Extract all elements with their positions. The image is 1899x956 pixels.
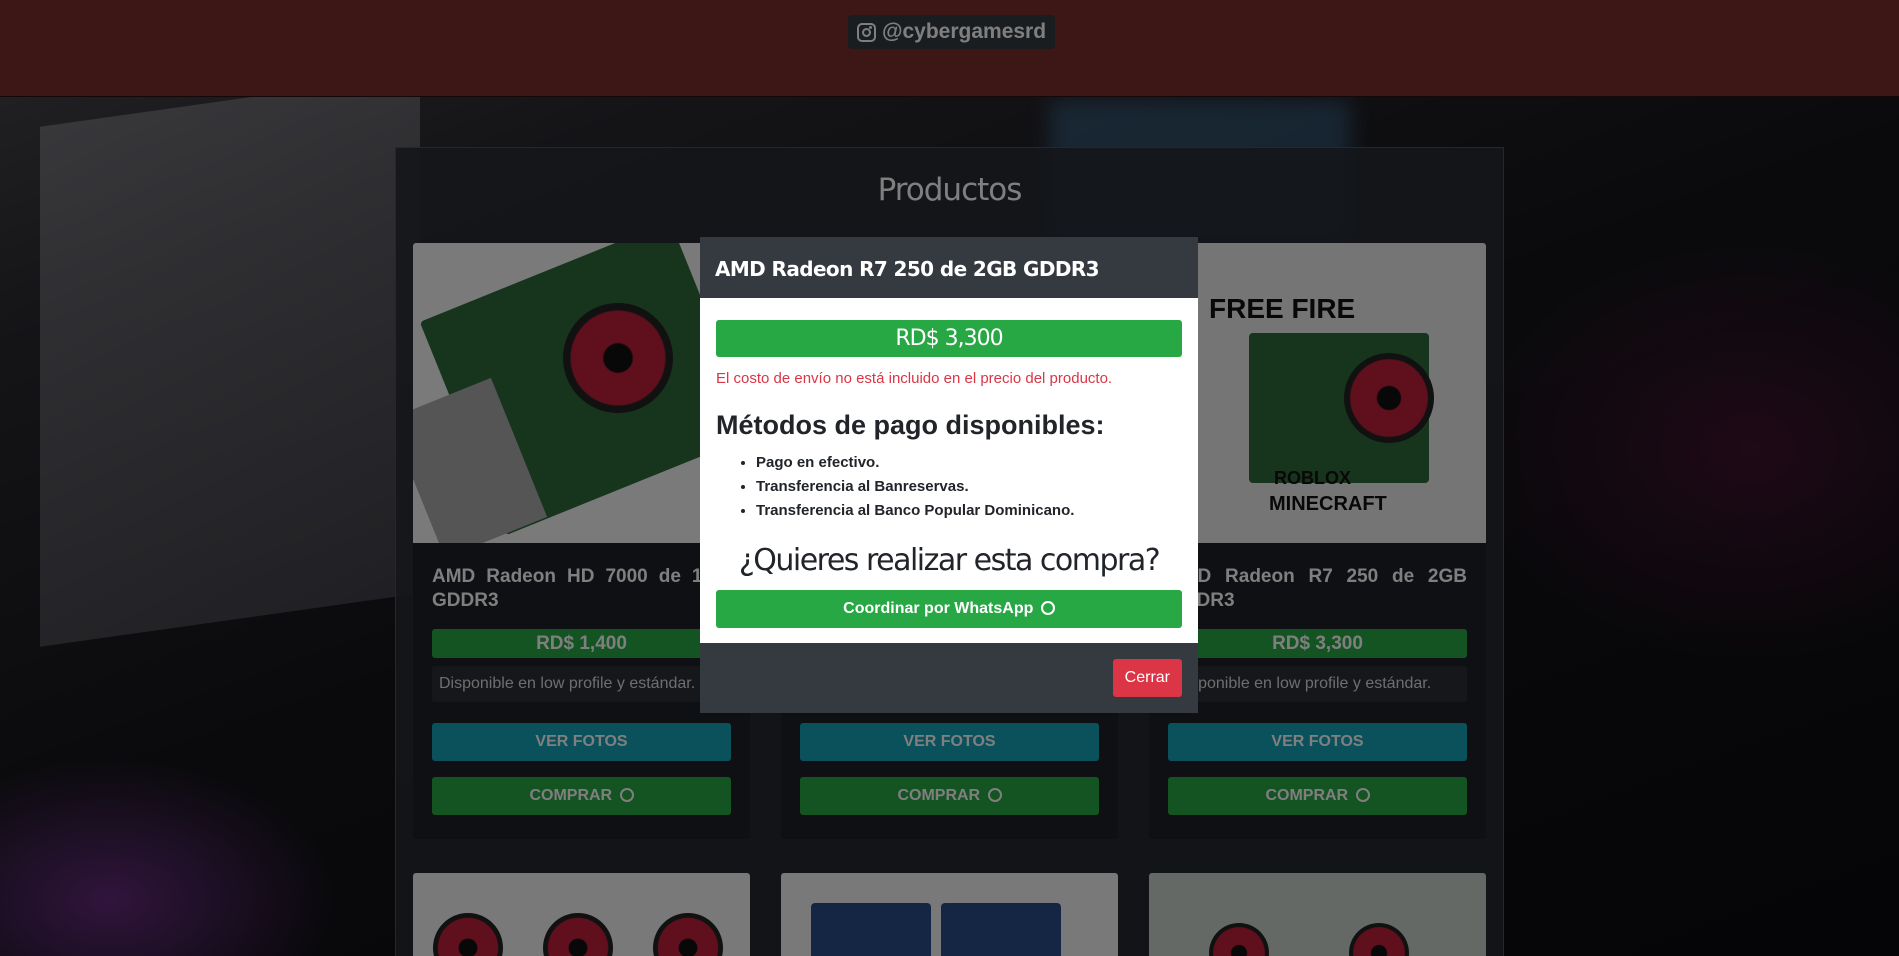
payment-method-item: Pago en efectivo. [756, 451, 1182, 475]
payment-method-item: Transferencia al Banco Popular Dominican… [756, 499, 1182, 523]
whatsapp-icon [1040, 601, 1055, 615]
payment-methods-title: Métodos de pago disponibles: [716, 410, 1105, 440]
purchase-modal: AMD Radeon R7 250 de 2GB GDDR3 RD$ 3,300… [700, 237, 1198, 713]
whatsapp-button-label: Coordinar por WhatsApp [843, 600, 1034, 617]
shipping-note: El costo de envío no está incluido en el… [716, 370, 1113, 387]
modal-price: RD$ 3,300 [716, 320, 1182, 357]
modal-header: AMD Radeon R7 250 de 2GB GDDR3 [700, 237, 1198, 298]
close-button[interactable]: Cerrar [1112, 659, 1182, 697]
modal-body: RD$ 3,300 El costo de envío no está incl… [700, 298, 1198, 643]
payment-method-item: Transferencia al Banreservas. [756, 475, 1182, 499]
purchase-question: ¿Quieres realizar esta compra? [738, 543, 1161, 578]
whatsapp-coordinate-button[interactable]: Coordinar por WhatsApp [716, 590, 1182, 628]
modal-footer: Cerrar [700, 643, 1198, 713]
payment-methods-list: Pago en efectivo. Transferencia al Banre… [716, 451, 1182, 523]
modal-title: AMD Radeon R7 250 de 2GB GDDR3 [715, 257, 1100, 281]
